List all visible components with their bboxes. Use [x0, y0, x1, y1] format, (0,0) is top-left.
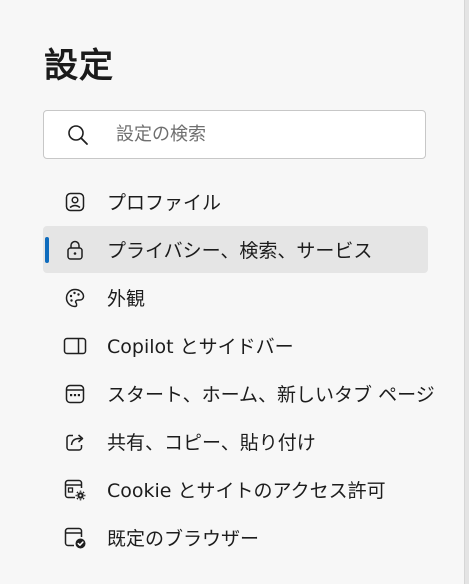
page-title: 設定 — [44, 46, 114, 86]
share-icon — [63, 430, 87, 454]
nav-item-label: 既定のブラウザー — [107, 528, 260, 550]
nav-item-label: 外観 — [107, 288, 146, 310]
nav-item-start-home-newtab[interactable]: スタート、ホーム、新しいタブ ページ — [43, 370, 435, 417]
nav-item-label: プロファイル — [107, 192, 222, 214]
nav-item-label: Cookie とサイトのアクセス許可 — [107, 480, 386, 502]
nav-item-share-copy-paste[interactable]: 共有、コピー、貼り付け — [43, 418, 428, 465]
nav-item-label: プライバシー、検索、サービス — [107, 240, 373, 262]
nav-item-appearance[interactable]: 外観 — [43, 274, 428, 321]
scrollbar-track[interactable] — [464, 0, 469, 584]
settings-nav: プロファイル プライバシー、検索、サービス 外観 Copilot とサイドバー … — [43, 178, 435, 562]
nav-item-label: Copilot とサイドバー — [107, 336, 294, 358]
nav-item-profiles[interactable]: プロファイル — [43, 178, 428, 225]
search-icon — [66, 123, 90, 147]
palette-icon — [63, 286, 87, 310]
nav-item-default-browser[interactable]: 既定のブラウザー — [43, 514, 428, 561]
nav-item-label: 共有、コピー、貼り付け — [107, 432, 316, 454]
nav-item-cookies-site-permissions[interactable]: Cookie とサイトのアクセス許可 — [43, 466, 428, 513]
default-browser-icon — [63, 526, 87, 550]
lock-icon — [63, 238, 87, 262]
search-box[interactable] — [43, 110, 426, 159]
profile-icon — [63, 190, 87, 214]
sidebar-icon — [63, 334, 87, 358]
new-tab-page-icon — [63, 382, 87, 406]
site-permissions-icon — [63, 478, 87, 502]
nav-item-privacy[interactable]: プライバシー、検索、サービス — [43, 226, 428, 273]
nav-item-label: スタート、ホーム、新しいタブ ページ — [107, 384, 435, 406]
nav-item-copilot-sidebar[interactable]: Copilot とサイドバー — [43, 322, 428, 369]
search-input[interactable] — [114, 123, 398, 146]
